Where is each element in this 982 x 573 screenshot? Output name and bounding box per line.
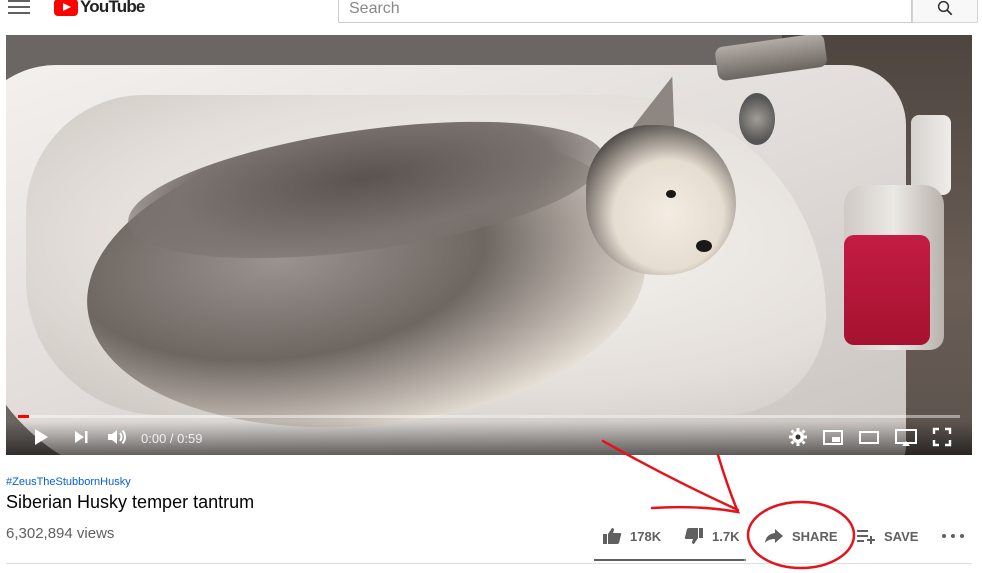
dislike-button[interactable]: 1.7K: [684, 526, 739, 546]
menu-button[interactable]: [8, 0, 30, 14]
share-label: SHARE: [792, 528, 838, 544]
player-controls: 0:00 / 0:59: [6, 421, 972, 455]
miniplayer-button[interactable]: [822, 427, 844, 447]
more-actions-button[interactable]: [942, 534, 964, 542]
view-count: 6,302,894 views: [6, 525, 115, 542]
video-title: Siberian Husky temper tantrum: [6, 492, 255, 512]
video-frame: [6, 35, 972, 455]
play-button[interactable]: [32, 427, 50, 447]
divider: [6, 563, 972, 564]
progress-bar[interactable]: [18, 415, 960, 418]
sentiment-like-fill: [594, 559, 745, 561]
thumbs-up-icon: [603, 528, 622, 544]
dislike-count: 1.7K: [712, 528, 740, 544]
volume-icon: [108, 429, 126, 445]
theater-mode-icon: [859, 431, 879, 444]
theater-mode-button[interactable]: [858, 427, 880, 447]
cast-button[interactable]: [894, 427, 918, 447]
youtube-play-icon: [54, 0, 78, 16]
thumbs-down-icon: [684, 528, 703, 544]
annotation-arrowhead: [650, 453, 741, 514]
share-arrow-icon: [765, 529, 783, 543]
progress-played: [18, 415, 30, 418]
time-display: 0:00 / 0:59: [141, 431, 203, 446]
add-to-playlist-icon: [857, 530, 875, 544]
search-box: [338, 0, 912, 23]
youtube-logo[interactable]: YouTube: [54, 0, 145, 16]
next-icon: [75, 431, 88, 443]
hashtag-link[interactable]: #ZeusTheStubbornHusky: [6, 476, 131, 488]
fullscreen-icon: [932, 427, 952, 447]
cast-icon: [895, 429, 917, 446]
logo-text: YouTube: [80, 0, 145, 16]
sentiment-bar: [594, 559, 746, 561]
search-input[interactable]: [339, 0, 899, 22]
fullscreen-button[interactable]: [932, 427, 952, 447]
play-icon: [35, 429, 48, 445]
miniplayer-icon: [823, 430, 843, 445]
like-button[interactable]: 178K: [602, 526, 661, 546]
next-button[interactable]: [72, 427, 90, 447]
settings-icon: [789, 428, 807, 446]
save-label: SAVE: [884, 528, 919, 544]
search-icon: [937, 0, 953, 16]
like-count: 178K: [630, 528, 662, 544]
hamburger-menu-icon: [8, 0, 30, 2]
share-button[interactable]: SHARE: [764, 526, 838, 546]
settings-button[interactable]: [788, 427, 808, 447]
more-dots-icon: [942, 534, 946, 538]
save-button[interactable]: SAVE: [856, 526, 918, 546]
search-button[interactable]: [912, 0, 978, 23]
volume-button[interactable]: [106, 427, 130, 447]
video-player[interactable]: 0:00 / 0:59: [6, 35, 972, 455]
